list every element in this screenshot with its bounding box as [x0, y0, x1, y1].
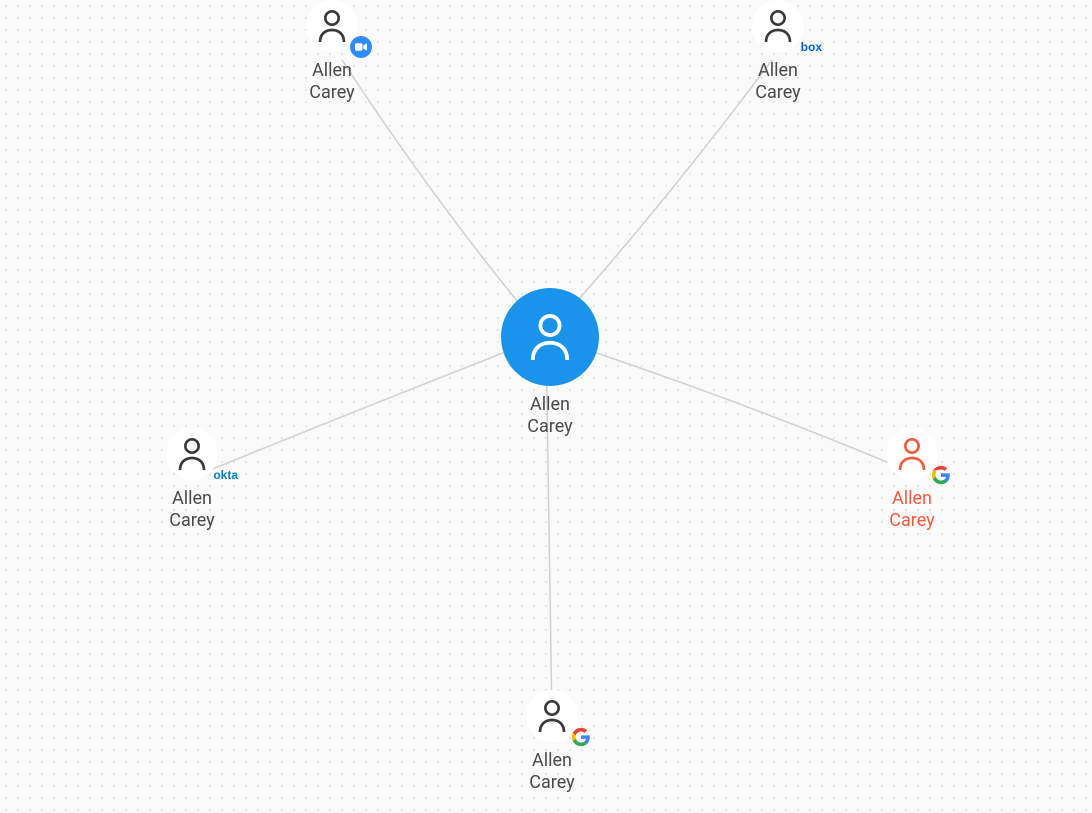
- person-icon: [526, 690, 578, 742]
- google-bottom-node[interactable]: Allen Carey: [526, 690, 578, 793]
- zoom-icon: [350, 36, 372, 58]
- google-icon: [570, 726, 592, 748]
- google-icon: [930, 464, 952, 486]
- box-icon: box: [801, 40, 822, 54]
- center-node[interactable]: Allen Carey: [501, 288, 599, 437]
- google-red-node[interactable]: Allen Carey: [886, 428, 938, 531]
- person-icon: [886, 428, 938, 480]
- okta-icon: okta: [213, 468, 238, 482]
- person-icon: [501, 288, 599, 386]
- center-label: Allen Carey: [527, 394, 572, 437]
- person-icon: [306, 0, 358, 52]
- zoom-node[interactable]: Allen Carey: [306, 0, 358, 103]
- person-icon: okta: [166, 428, 218, 480]
- okta-node[interactable]: okta Allen Carey: [166, 428, 218, 531]
- google-red-label: Allen Carey: [889, 488, 934, 531]
- zoom-label: Allen Carey: [309, 60, 354, 103]
- person-icon: box: [752, 0, 804, 52]
- box-label: Allen Carey: [755, 60, 800, 103]
- okta-label: Allen Carey: [169, 488, 214, 531]
- box-node[interactable]: box Allen Carey: [752, 0, 804, 103]
- google-bottom-label: Allen Carey: [529, 750, 574, 793]
